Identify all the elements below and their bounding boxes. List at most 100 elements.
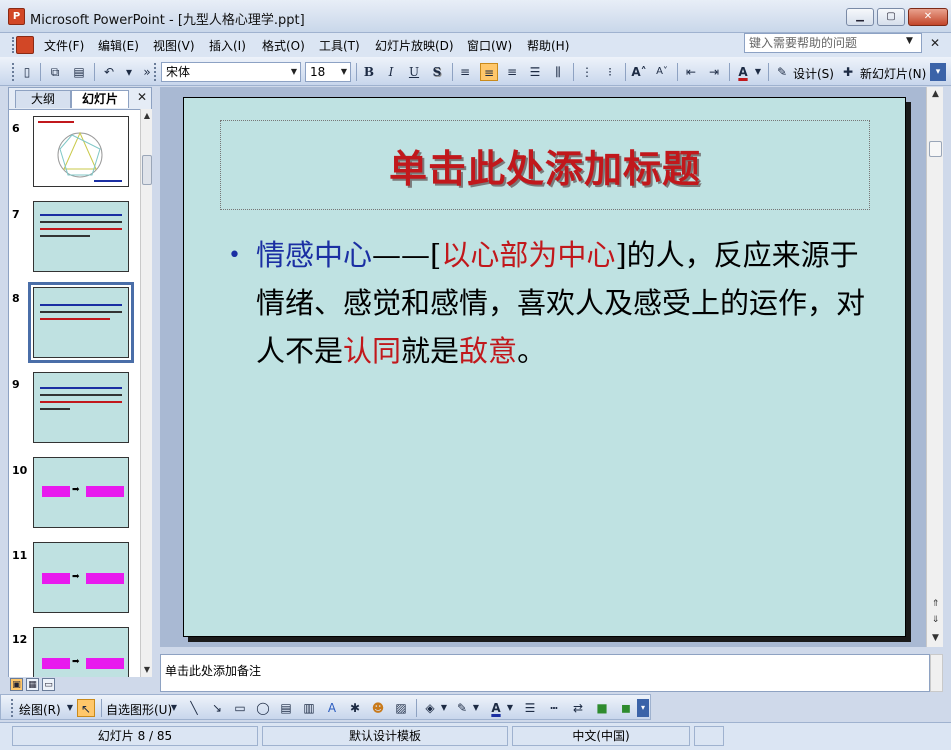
help-search-input[interactable]: 键入需要帮助的问题: [744, 33, 922, 53]
shadow-button[interactable]: S: [428, 63, 446, 81]
help-dropdown-icon[interactable]: ▼: [906, 36, 913, 46]
font-name-select[interactable]: 宋体 ▼: [161, 62, 301, 82]
scroll-down-icon[interactable]: ▼: [142, 665, 152, 674]
chevron-down-icon[interactable]: ▼: [439, 699, 449, 717]
3d-style-icon[interactable]: ◼: [617, 699, 635, 717]
menu-slideshow[interactable]: 幻灯片放映(D): [375, 37, 454, 54]
document-close-icon[interactable]: ✕: [930, 36, 940, 50]
scrollbar-thumb[interactable]: [142, 155, 152, 185]
arrow-style-icon[interactable]: ⇄: [569, 699, 587, 717]
line-color-icon[interactable]: ✎: [453, 699, 471, 717]
scroll-down-icon[interactable]: ▼: [929, 633, 942, 643]
slideshow-view-icon[interactable]: ▭: [42, 678, 55, 691]
toolbar-grip[interactable]: [154, 63, 158, 81]
font-color-icon[interactable]: A: [734, 63, 752, 81]
paste-icon[interactable]: ▤: [70, 63, 88, 81]
slide-thumbnail[interactable]: [33, 201, 129, 272]
undo-dropdown-icon[interactable]: ▾: [120, 63, 138, 81]
shadow-style-icon[interactable]: ■: [593, 699, 611, 717]
underline-button[interactable]: U: [405, 63, 423, 81]
decrease-indent-icon[interactable]: ⇤: [682, 63, 700, 81]
maximize-button[interactable]: ▢: [877, 8, 905, 26]
chevron-down-icon[interactable]: ▼: [752, 63, 764, 81]
align-center-icon[interactable]: ≡: [480, 63, 498, 81]
diagram-icon[interactable]: ✱: [346, 699, 364, 717]
slide-thumbnail[interactable]: ➡: [33, 542, 129, 613]
chevron-down-icon[interactable]: ▼: [169, 699, 179, 717]
slide-thumbnail[interactable]: [33, 372, 129, 443]
rectangle-icon[interactable]: ▭: [231, 699, 249, 717]
notes-scrollbar[interactable]: [930, 654, 943, 692]
autoshapes-button[interactable]: 自选图形(U): [106, 701, 172, 718]
wordart-icon[interactable]: A: [323, 699, 341, 717]
vertical-textbox-icon[interactable]: ▥: [300, 699, 318, 717]
next-slide-icon[interactable]: ⇓: [929, 615, 942, 625]
design-template-status[interactable]: 默认设计模板: [262, 726, 508, 746]
minimize-button[interactable]: ▁: [846, 8, 874, 26]
italic-button[interactable]: I: [382, 63, 400, 81]
slide-scrollbar[interactable]: ▲ ⇑ ⇓ ▼: [926, 87, 943, 647]
arrow-icon[interactable]: ↘: [208, 699, 226, 717]
font-color-icon[interactable]: A: [487, 699, 505, 717]
clipart-icon[interactable]: ☻: [369, 699, 387, 717]
menu-edit[interactable]: 编辑(E): [98, 37, 139, 54]
distribute-icon[interactable]: ⫼: [549, 63, 567, 81]
menu-view[interactable]: 视图(V): [153, 37, 195, 54]
menu-format[interactable]: 格式(O): [262, 37, 305, 54]
font-size-select[interactable]: 18 ▼: [305, 62, 351, 82]
normal-view-icon[interactable]: ▣: [10, 678, 23, 691]
scroll-up-icon[interactable]: ▲: [929, 89, 942, 99]
increase-font-icon[interactable]: A˄: [630, 63, 648, 81]
select-pointer-icon[interactable]: ↖: [77, 699, 95, 717]
bullets-icon[interactable]: ⁝: [601, 63, 619, 81]
menu-tools[interactable]: 工具(T): [319, 37, 360, 54]
slide-thumbnail[interactable]: [33, 116, 129, 187]
new-slide-icon[interactable]: ✚: [839, 63, 857, 81]
thumbnail-scrollbar[interactable]: ▲ ▼: [140, 109, 152, 677]
dash-style-icon[interactable]: ┅: [545, 699, 563, 717]
draw-menu-button[interactable]: 绘图(R): [19, 701, 61, 718]
thumbnail-list[interactable]: 6 7 8 9 10 ➡ 11 ➡ 12 ➡: [9, 109, 141, 677]
notes-pane[interactable]: 单击此处添加备注: [160, 654, 930, 692]
undo-icon[interactable]: ↶: [100, 63, 118, 81]
menu-window[interactable]: 窗口(W): [467, 37, 512, 54]
design-button[interactable]: 设计(S): [793, 65, 834, 82]
menu-file[interactable]: 文件(F): [44, 37, 84, 54]
previous-slide-icon[interactable]: ⇑: [929, 599, 942, 609]
slide-canvas[interactable]: 单击此处添加标题 • 情感中心——[以心部为中心]的人，反应来源于情绪、感觉和感…: [183, 97, 906, 637]
toolbar-grip[interactable]: [11, 699, 15, 717]
close-button[interactable]: ✕: [908, 8, 948, 26]
slide-thumbnail-selected[interactable]: [28, 282, 134, 363]
fill-color-icon[interactable]: ◈: [421, 699, 439, 717]
title-placeholder[interactable]: 单击此处添加标题: [220, 120, 870, 210]
chevron-down-icon[interactable]: ▼: [505, 699, 515, 717]
slide-body-text[interactable]: 情感中心——[以心部为中心]的人，反应来源于情绪、感觉和感情，喜欢人及感受上的运…: [256, 231, 866, 375]
oval-icon[interactable]: ◯: [254, 699, 272, 717]
toolbar-options-icon[interactable]: ▾: [930, 63, 946, 81]
slide-thumbnail[interactable]: ➡: [33, 457, 129, 528]
decrease-font-icon[interactable]: A˅: [653, 63, 671, 81]
bold-button[interactable]: B: [360, 63, 378, 81]
powerpoint-app-icon[interactable]: P: [8, 8, 25, 25]
document-icon[interactable]: [16, 36, 34, 54]
toolbar-options-icon[interactable]: ▾: [637, 699, 649, 717]
textbox-icon[interactable]: ▤: [277, 699, 295, 717]
slide-sorter-icon[interactable]: ▦: [26, 678, 39, 691]
chevron-down-icon[interactable]: ▼: [338, 63, 350, 81]
new-document-icon[interactable]: ▯: [18, 63, 36, 81]
copy-icon[interactable]: ⧉: [46, 63, 64, 81]
line-style-icon[interactable]: ☰: [521, 699, 539, 717]
scrollbar-thumb[interactable]: [929, 141, 942, 157]
line-icon[interactable]: ╲: [185, 699, 203, 717]
picture-icon[interactable]: ▨: [392, 699, 410, 717]
new-slide-button[interactable]: 新幻灯片(N): [860, 65, 926, 82]
toolbar-grip[interactable]: [12, 63, 16, 81]
menu-insert[interactable]: 插入(I): [209, 37, 246, 54]
slide-thumbnail[interactable]: ➡: [33, 627, 129, 677]
align-right-icon[interactable]: ≡: [503, 63, 521, 81]
menu-help[interactable]: 帮助(H): [527, 37, 569, 54]
justify-icon[interactable]: ☰: [526, 63, 544, 81]
numbering-icon[interactable]: ⋮: [578, 63, 596, 81]
design-icon[interactable]: ✎: [773, 63, 791, 81]
chevron-down-icon[interactable]: ▼: [471, 699, 481, 717]
